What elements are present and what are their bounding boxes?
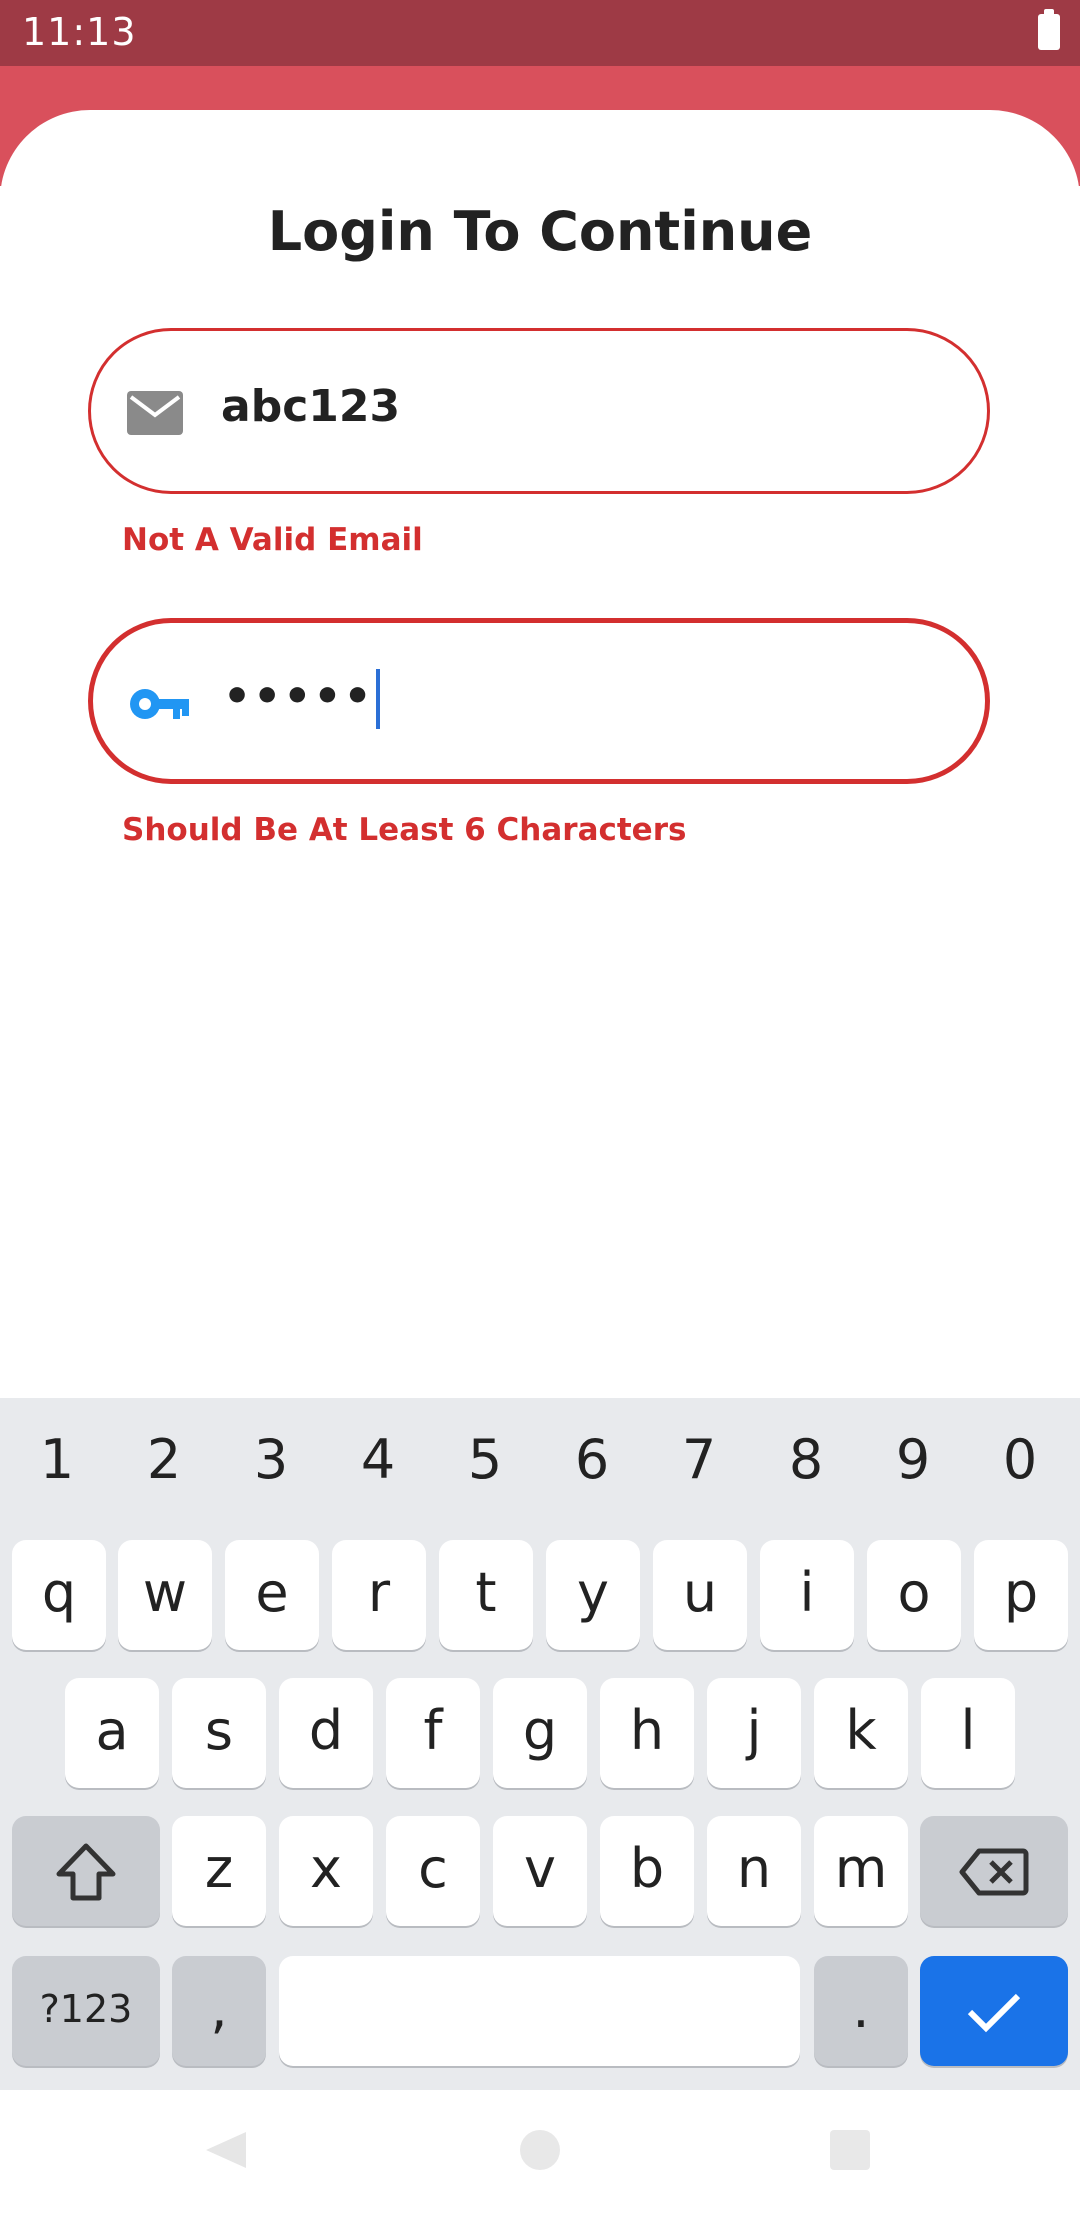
email-value: abc123 <box>221 381 401 432</box>
key-4[interactable]: 4 <box>328 1428 428 1491</box>
key-5[interactable]: 5 <box>435 1428 535 1491</box>
key-e[interactable]: e <box>225 1540 319 1650</box>
key-d[interactable]: d <box>279 1678 373 1788</box>
mail-icon <box>127 391 183 440</box>
key-h[interactable]: h <box>600 1678 694 1788</box>
checkmark-icon <box>967 1994 1021 2033</box>
key-6[interactable]: 6 <box>542 1428 642 1491</box>
comma-key[interactable]: , <box>172 1956 266 2066</box>
key-m[interactable]: m <box>814 1816 908 1926</box>
key-y[interactable]: y <box>546 1540 640 1650</box>
key-r[interactable]: r <box>332 1540 426 1650</box>
key-9[interactable]: 9 <box>863 1428 963 1491</box>
home-icon[interactable] <box>520 2130 560 2170</box>
symbols-key[interactable]: ?123 <box>12 1956 160 2066</box>
page-title: Login To Continue <box>267 200 813 263</box>
status-time: 11:13 <box>22 10 137 54</box>
password-field[interactable]: ••••• <box>88 618 990 784</box>
recents-icon[interactable] <box>830 2130 870 2170</box>
key-f[interactable]: f <box>386 1678 480 1788</box>
status-bar: 11:13 <box>0 0 1080 66</box>
key-i[interactable]: i <box>760 1540 854 1650</box>
key-n[interactable]: n <box>707 1816 801 1926</box>
key-3[interactable]: 3 <box>221 1428 321 1491</box>
key-u[interactable]: u <box>653 1540 747 1650</box>
key-p[interactable]: p <box>974 1540 1068 1650</box>
key-o[interactable]: o <box>867 1540 961 1650</box>
key-s[interactable]: s <box>172 1678 266 1788</box>
key-2[interactable]: 2 <box>114 1428 214 1491</box>
period-key[interactable]: . <box>814 1956 908 2066</box>
key-0[interactable]: 0 <box>970 1428 1070 1491</box>
navigation-bar <box>0 2090 1080 2220</box>
text-cursor <box>375 669 380 729</box>
backspace-key[interactable] <box>920 1816 1068 1926</box>
email-error: Not A Valid Email <box>122 522 423 558</box>
key-k[interactable]: k <box>814 1678 908 1788</box>
keyboard: 1 2 3 4 5 6 7 8 9 0 q w e r t y u i o p … <box>0 1398 1080 2090</box>
password-value: ••••• <box>223 669 380 729</box>
key-1[interactable]: 1 <box>7 1428 107 1491</box>
password-error: Should Be At Least 6 Characters <box>122 812 687 848</box>
shift-icon <box>56 1843 116 1901</box>
key-c[interactable]: c <box>386 1816 480 1926</box>
key-g[interactable]: g <box>493 1678 587 1788</box>
number-row: 1 2 3 4 5 6 7 8 9 0 <box>0 1428 1080 1508</box>
enter-key[interactable] <box>920 1956 1068 2066</box>
key-a[interactable]: a <box>65 1678 159 1788</box>
key-z[interactable]: z <box>172 1816 266 1926</box>
email-field[interactable]: abc123 <box>88 328 990 494</box>
key-b[interactable]: b <box>600 1816 694 1926</box>
key-x[interactable]: x <box>279 1816 373 1926</box>
shift-key[interactable] <box>12 1816 160 1926</box>
space-key[interactable] <box>279 1956 800 2066</box>
key-v[interactable]: v <box>493 1816 587 1926</box>
key-j[interactable]: j <box>707 1678 801 1788</box>
key-icon <box>129 687 191 726</box>
key-t[interactable]: t <box>439 1540 533 1650</box>
key-8[interactable]: 8 <box>756 1428 856 1491</box>
key-l[interactable]: l <box>921 1678 1015 1788</box>
backspace-icon <box>959 1848 1029 1896</box>
key-7[interactable]: 7 <box>649 1428 749 1491</box>
battery-icon <box>1038 9 1060 50</box>
key-q[interactable]: q <box>12 1540 106 1650</box>
key-w[interactable]: w <box>118 1540 212 1650</box>
back-icon[interactable] <box>206 2132 246 2168</box>
